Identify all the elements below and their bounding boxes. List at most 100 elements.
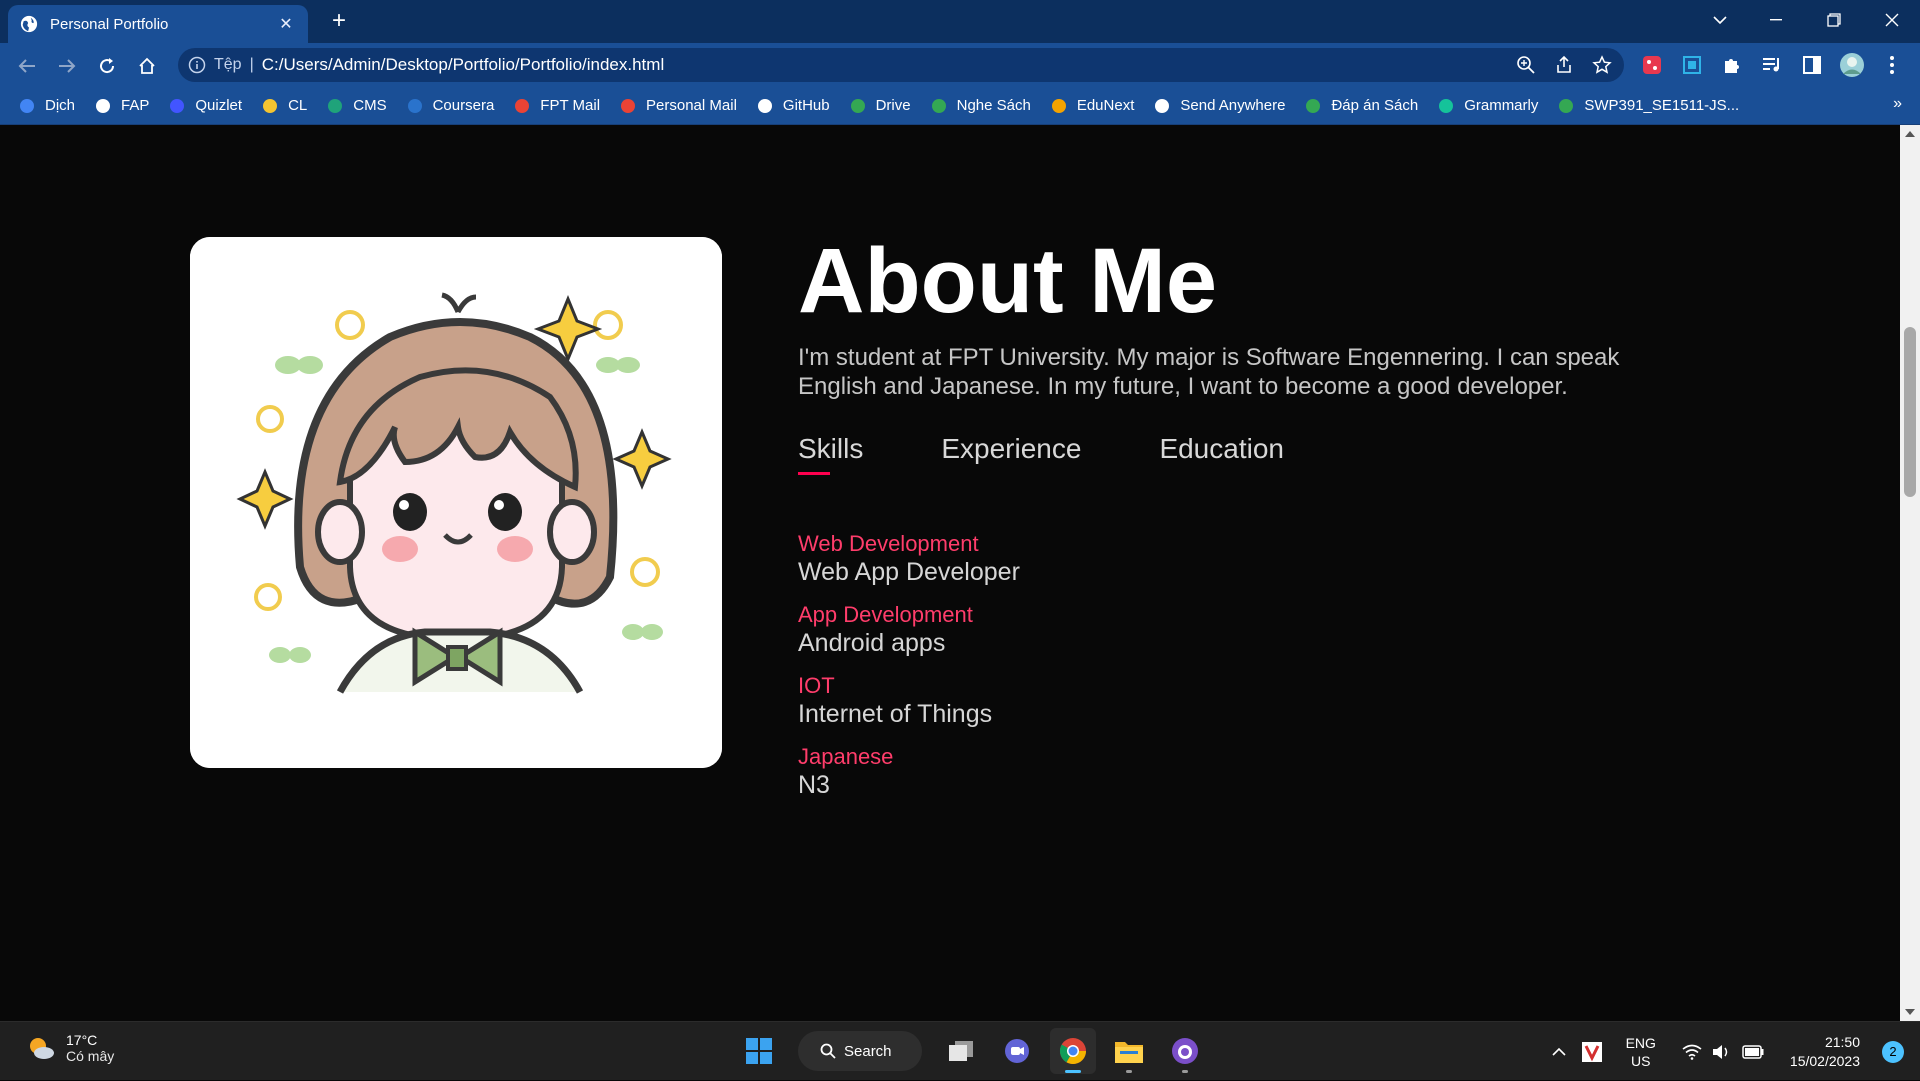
bookmark-label: EduNext xyxy=(1076,97,1135,114)
extensions-puzzle-icon[interactable] xyxy=(1719,52,1745,78)
url-separator: | xyxy=(249,56,254,73)
system-tray: ENG US 21:50 15/02/2023 2 xyxy=(1552,1022,1920,1081)
tab-experience[interactable]: Experience xyxy=(941,433,1081,475)
reload-icon[interactable] xyxy=(92,51,122,81)
bookmark-item[interactable]: Personal Mail xyxy=(619,97,737,115)
input-language[interactable]: ENG US xyxy=(1626,1034,1656,1070)
windows-logo-icon xyxy=(746,1038,772,1064)
bookmark-item[interactable]: FAP xyxy=(94,97,149,115)
wifi-icon[interactable] xyxy=(1682,1044,1702,1060)
lang-bottom: US xyxy=(1631,1052,1651,1069)
edunext-icon xyxy=(1050,97,1068,115)
zoom-icon[interactable] xyxy=(1516,55,1536,75)
search-icon xyxy=(820,1043,836,1059)
bookmark-item[interactable]: CL xyxy=(261,97,307,115)
screenshot-extension-icon[interactable] xyxy=(1679,52,1705,78)
page-scrollbar[interactable] xyxy=(1900,125,1920,1021)
red-extension-icon[interactable] xyxy=(1639,52,1665,78)
bookmark-label: FPT Mail xyxy=(540,97,601,114)
file-explorer-button[interactable] xyxy=(1106,1028,1152,1074)
side-panel-icon[interactable] xyxy=(1799,52,1825,78)
media-control-icon[interactable] xyxy=(1759,52,1785,78)
volume-icon[interactable] xyxy=(1712,1044,1732,1060)
bookmark-item[interactable]: GitHub xyxy=(756,97,830,115)
bookmark-item[interactable]: EduNext xyxy=(1050,97,1135,115)
gmail-icon xyxy=(513,97,531,115)
bookmark-label: FAP xyxy=(121,97,150,114)
bookmark-item[interactable]: CMS xyxy=(326,97,387,115)
bookmark-item[interactable]: Quizlet xyxy=(168,97,242,115)
vietkey-icon[interactable] xyxy=(1581,1041,1602,1062)
share-icon[interactable] xyxy=(1554,55,1574,75)
bookmark-label: Đáp án Sách xyxy=(1331,97,1419,114)
bookmark-star-icon[interactable] xyxy=(1592,55,1612,75)
restore-icon[interactable] xyxy=(1806,0,1862,40)
bookmark-item[interactable]: Drive xyxy=(849,97,911,115)
skill-item: IOT Internet of Things xyxy=(798,673,1698,729)
chrome-taskbar-button[interactable] xyxy=(1050,1028,1096,1074)
scroll-thumb[interactable] xyxy=(1904,327,1916,497)
grammarly-icon xyxy=(1437,97,1455,115)
start-button[interactable] xyxy=(736,1028,782,1074)
tab-title: Personal Portfolio xyxy=(50,15,169,33)
weather-condition: Có mây xyxy=(66,1048,115,1064)
coursera-icon xyxy=(406,97,424,115)
show-hidden-icons-icon[interactable] xyxy=(1552,1047,1566,1057)
lang-top: ENG xyxy=(1625,1034,1656,1051)
tab-search-chevron-icon[interactable] xyxy=(1692,0,1748,40)
minimize-icon[interactable] xyxy=(1748,0,1804,40)
github-desktop-button[interactable] xyxy=(1162,1028,1208,1074)
bookmark-item[interactable]: Send Anywhere xyxy=(1153,97,1285,115)
teams-chat-button[interactable] xyxy=(994,1028,1040,1074)
tab-skills[interactable]: Skills xyxy=(798,433,863,475)
tab-education[interactable]: Education xyxy=(1159,433,1284,475)
scroll-up-icon[interactable] xyxy=(1905,131,1915,137)
bookmark-label: SWP391_SE1511-JS... xyxy=(1584,97,1740,114)
skills-list: Web Development Web App Developer App De… xyxy=(798,531,1698,800)
running-indicator xyxy=(1126,1070,1132,1073)
taskbar-search[interactable]: Search xyxy=(798,1031,922,1071)
back-icon[interactable] xyxy=(12,51,42,81)
url-scheme-label: Tệp xyxy=(214,56,242,73)
clock-date: 15/02/2023 xyxy=(1789,1052,1860,1069)
bookmark-item[interactable]: Coursera xyxy=(406,97,494,115)
active-indicator xyxy=(1065,1070,1081,1073)
bookmarks-overflow-icon[interactable]: » xyxy=(1893,95,1902,113)
bookmark-item[interactable]: FPT Mail xyxy=(513,97,600,115)
bookmark-item[interactable]: Nghe Sách xyxy=(930,97,1031,115)
browser-toolbar: Tệp | C:/Users/Admin/Desktop/Portfolio/P… xyxy=(0,43,1920,87)
weather-widget[interactable]: 17°C Có mây xyxy=(26,1032,114,1064)
taskbar-apps: Search xyxy=(736,1028,1208,1074)
tab-close-icon[interactable]: ✕ xyxy=(276,14,296,34)
bookmark-item[interactable]: Grammarly xyxy=(1437,97,1538,115)
drive-icon xyxy=(930,97,948,115)
github-icon xyxy=(1172,1038,1198,1064)
browser-tab[interactable]: Personal Portfolio ✕ xyxy=(8,5,308,43)
forward-icon[interactable] xyxy=(52,51,82,81)
skill-desc: Internet of Things xyxy=(798,700,993,728)
cms-icon xyxy=(326,97,344,115)
about-tabs: Skills Experience Education xyxy=(798,433,1698,475)
profile-avatar-icon[interactable] xyxy=(1839,52,1865,78)
bookmark-label: Personal Mail xyxy=(646,97,737,114)
address-bar[interactable]: Tệp | C:/Users/Admin/Desktop/Portfolio/P… xyxy=(178,48,1624,82)
home-icon[interactable] xyxy=(132,51,162,81)
scroll-down-icon[interactable] xyxy=(1905,1009,1915,1015)
notification-badge[interactable]: 2 xyxy=(1882,1040,1904,1063)
bookmark-item[interactable]: SWP391_SE1511-JS... xyxy=(1557,97,1739,115)
task-view-button[interactable] xyxy=(938,1028,984,1074)
url-text[interactable]: C:/Users/Admin/Desktop/Portfolio/Portfol… xyxy=(262,55,665,75)
battery-icon[interactable] xyxy=(1742,1044,1764,1059)
new-tab-button[interactable]: + xyxy=(326,8,352,34)
skill-desc: N3 xyxy=(798,771,830,799)
close-window-icon[interactable] xyxy=(1864,0,1920,40)
bookmark-label: CMS xyxy=(353,97,387,114)
menu-kebab-icon[interactable] xyxy=(1879,52,1905,78)
info-icon[interactable] xyxy=(188,56,206,74)
bookmark-item[interactable]: Đáp án Sách xyxy=(1304,97,1418,115)
bookmark-label: Dịch xyxy=(45,97,76,114)
bookmark-label: Nghe Sách xyxy=(956,97,1031,114)
skill-item: Japanese N3 xyxy=(798,744,1698,800)
clock[interactable]: 21:50 15/02/2023 xyxy=(1790,1033,1860,1071)
bookmark-item[interactable]: Dịch xyxy=(18,97,75,115)
